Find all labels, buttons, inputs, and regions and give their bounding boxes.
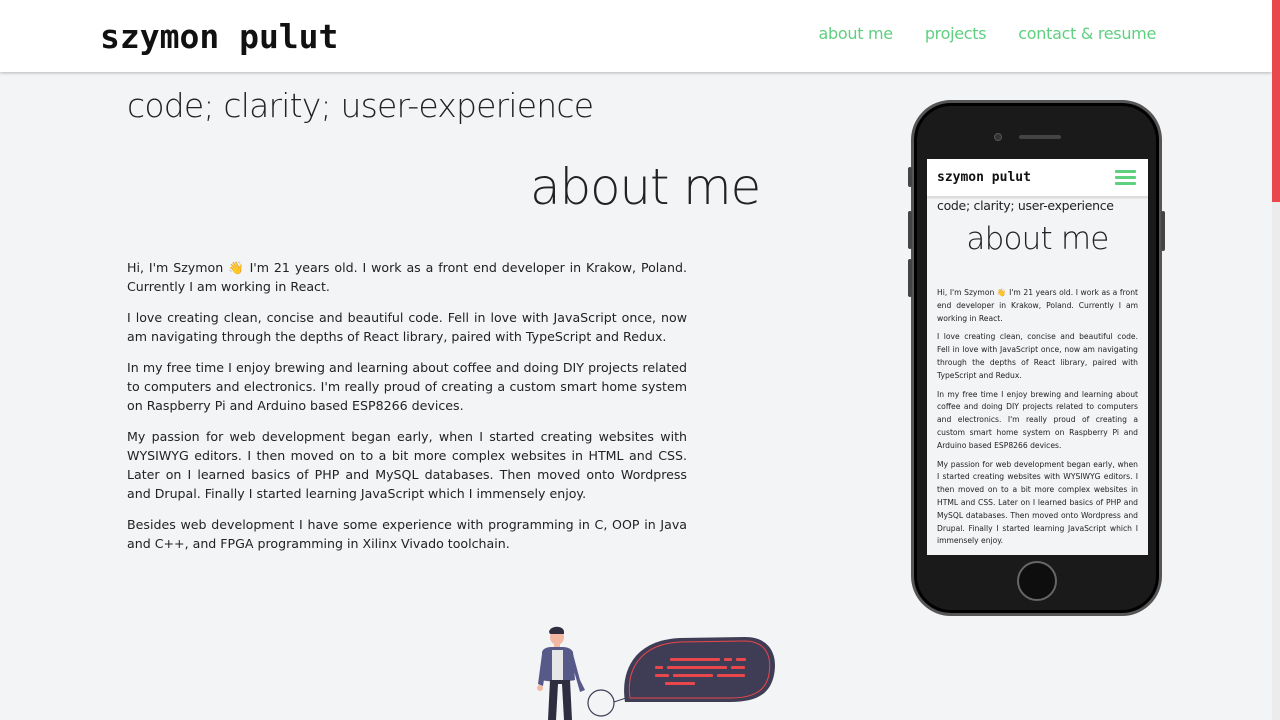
- developer-with-code-bubble-illustration: [537, 626, 775, 720]
- nav-link-contact-resume[interactable]: contact & resume: [1018, 24, 1156, 43]
- mobile-about-paragraph: My passion for web development began ear…: [937, 459, 1138, 546]
- mobile-about-paragraph: Hi, I'm Szymon 👋 I'm 21 years old. I wor…: [937, 288, 1138, 323]
- site-logo[interactable]: szymon pulut: [100, 17, 338, 56]
- main-nav: about me projects contact & resume: [819, 24, 1157, 43]
- about-me-content: Hi, I'm Szymon 👋 I'm 21 years old. I wor…: [127, 258, 687, 565]
- scrollbar-thumb[interactable]: [1272, 0, 1280, 202]
- bubble-tail-circle: [587, 689, 615, 717]
- phone-speaker: [1019, 135, 1061, 139]
- about-paragraph: In my free time I enjoy brewing and lear…: [127, 360, 687, 413]
- bubble-tail-line: [613, 697, 627, 703]
- hamburger-menu-icon[interactable]: [1115, 170, 1136, 186]
- mobile-logo[interactable]: szymon pulut: [937, 170, 1031, 185]
- mobile-about-me-heading: about me: [966, 221, 1109, 257]
- phone-home-button: [1017, 561, 1057, 601]
- phone-screen: szymon pulut code; clarity; user-experie…: [927, 159, 1148, 555]
- about-paragraph: Hi, I'm Szymon 👋 I'm 21 years old. I wor…: [127, 260, 687, 294]
- code-bubble-shape: [624, 637, 775, 702]
- mobile-tagline: code; clarity; user-experience: [937, 198, 1114, 213]
- phone-camera: [994, 133, 1002, 141]
- mobile-about-paragraph: In my free time I enjoy brewing and lear…: [937, 389, 1138, 450]
- mobile-body: code; clarity; user-experience about me …: [927, 197, 1148, 555]
- phone-volume-down: [908, 259, 912, 297]
- nav-link-projects[interactable]: projects: [925, 24, 987, 43]
- mobile-about-paragraph: I love creating clean, concise and beaut…: [937, 332, 1138, 380]
- phone-volume-up: [908, 211, 912, 249]
- mobile-header: szymon pulut: [927, 159, 1148, 197]
- site-header: szymon pulut about me projects contact &…: [0, 0, 1272, 72]
- developer-person-icon: [537, 626, 585, 720]
- nav-link-about-me[interactable]: about me: [819, 24, 894, 43]
- about-paragraph: Besides web development I have some expe…: [127, 517, 687, 551]
- about-paragraph: I love creating clean, concise and beaut…: [127, 310, 687, 344]
- hero-tagline: code; clarity; user-experience: [127, 86, 594, 125]
- phone-mute-switch: [908, 167, 912, 187]
- about-paragraph: My passion for web development began ear…: [127, 429, 687, 501]
- mobile-about-content: Hi, I'm Szymon 👋 I'm 21 years old. I wor…: [937, 287, 1138, 548]
- page-scrollbar[interactable]: [1272, 0, 1280, 720]
- about-me-heading: about me: [530, 158, 761, 216]
- phone-power-button: [1161, 211, 1165, 251]
- phone-mockup: szymon pulut code; clarity; user-experie…: [908, 100, 1165, 616]
